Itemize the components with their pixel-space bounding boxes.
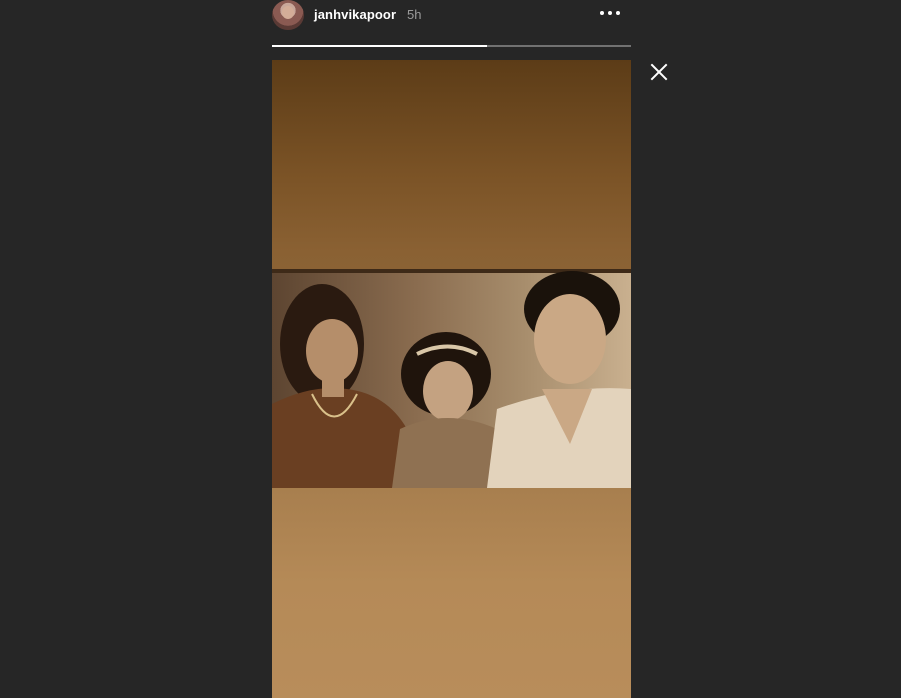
family-photo xyxy=(272,269,631,488)
avatar-face xyxy=(282,6,294,19)
post-time: 5h xyxy=(407,7,422,22)
close-button[interactable] xyxy=(648,61,670,83)
more-dot xyxy=(616,11,620,15)
more-options-button[interactable] xyxy=(598,3,624,23)
close-icon xyxy=(650,63,668,81)
more-dot xyxy=(608,11,612,15)
story-viewer: janhvikapoor 5h xyxy=(0,0,901,698)
username[interactable]: janhvikapoor xyxy=(314,7,396,22)
story-progress-bar xyxy=(272,45,631,47)
story-progress-fill xyxy=(272,45,488,47)
photo-illustration xyxy=(272,271,631,488)
avatar[interactable] xyxy=(272,0,304,30)
story-header: janhvikapoor 5h xyxy=(272,0,631,32)
more-dot xyxy=(600,11,604,15)
story-media[interactable] xyxy=(272,60,631,698)
